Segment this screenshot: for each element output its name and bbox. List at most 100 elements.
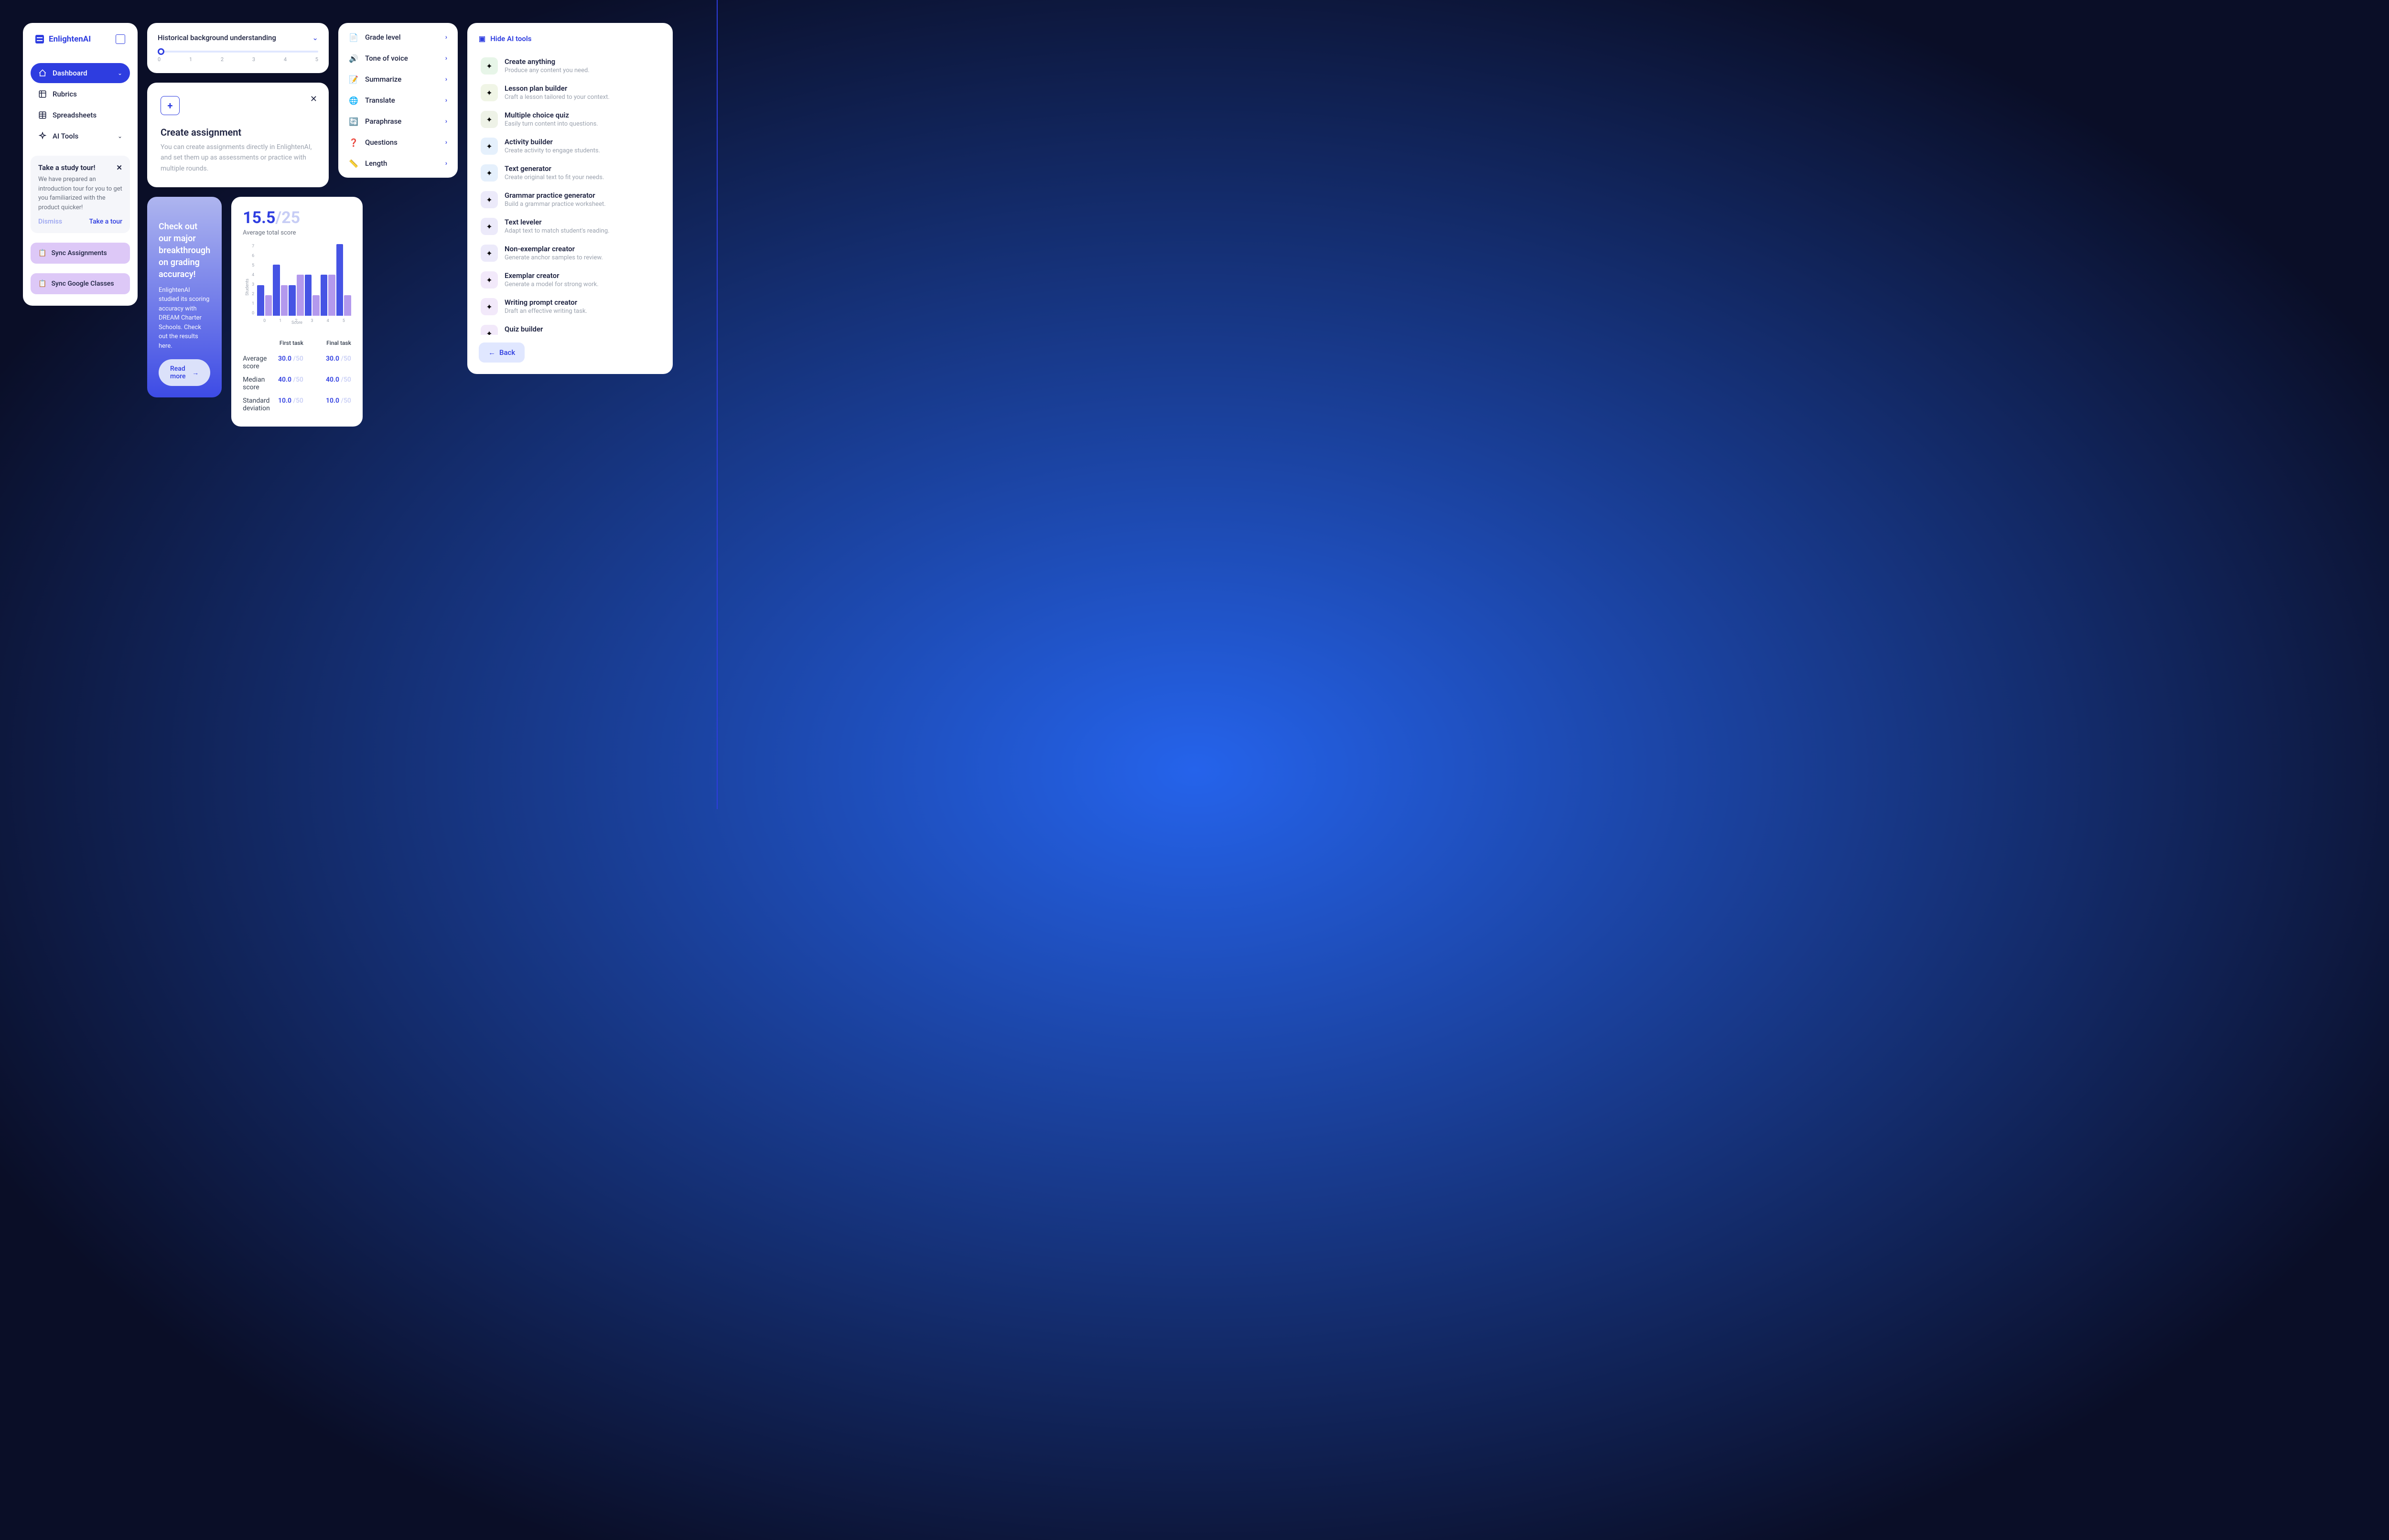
- spreadsheets-icon: [38, 111, 47, 119]
- ai-tool-icon: ✦: [481, 298, 498, 315]
- nav-item-rubrics[interactable]: Rubrics: [31, 84, 130, 104]
- slider-ticks: 012345: [158, 56, 318, 63]
- ai-tools-panel: ▣ Hide AI tools ✦Create anythingProduce …: [467, 23, 673, 374]
- arrow-right-icon: →: [192, 369, 199, 377]
- bar: [297, 275, 304, 316]
- promo-body: EnlightenAI studied its scoring accuracy…: [159, 286, 210, 351]
- ai-tool-lesson-plan-builder[interactable]: ✦Lesson plan builderCraft a lesson tailo…: [479, 79, 661, 106]
- tour-body: We have prepared an introduction tour fo…: [38, 175, 122, 212]
- nav-item-spreadsheets[interactable]: Spreadsheets: [31, 105, 130, 125]
- chevron-right-icon: ›: [445, 54, 447, 62]
- ai-tool-icon: ✦: [481, 111, 498, 128]
- classroom-icon: 📋: [38, 280, 46, 288]
- ai-tool-icon: ✦: [481, 325, 498, 335]
- collapse-sidebar-icon[interactable]: [116, 34, 125, 44]
- ai-tool-exemplar-creator[interactable]: ✦Exemplar creatorGenerate a model for st…: [479, 267, 661, 293]
- ai-tool-non-exemplar-creator[interactable]: ✦Non-exemplar creatorGenerate anchor sam…: [479, 240, 661, 267]
- ai-tool-activity-builder[interactable]: ✦Activity builderCreate activity to enga…: [479, 133, 661, 160]
- ai-tool-writing-prompt-creator[interactable]: ✦Writing prompt creatorDraft an effectiv…: [479, 293, 661, 320]
- ai-tool-text-generator[interactable]: ✦Text generatorCreate original text to f…: [479, 160, 661, 186]
- ai-tool-icon: ✦: [481, 271, 498, 289]
- tools-panel: 📄Grade level›🔊Tone of voice›📝Summarize›🌐…: [338, 23, 458, 178]
- slider-title: Historical background understanding: [158, 33, 276, 42]
- brand-icon: [35, 35, 44, 43]
- ai-tools-icon: [38, 132, 47, 140]
- ai-tool-text-leveler[interactable]: ✦Text levelerAdapt text to match student…: [479, 213, 661, 240]
- ai-tool-icon: ✦: [481, 245, 498, 262]
- tour-title: Take a study tour!✕: [38, 163, 122, 172]
- bar: [257, 285, 264, 316]
- questions-icon: ❓: [349, 138, 358, 147]
- stats-table: First taskFinal task Average score30.0 /…: [243, 340, 351, 415]
- nav: Dashboard⌄RubricsSpreadsheetsAI Tools⌄: [31, 63, 130, 146]
- tone-icon: 🔊: [349, 53, 358, 63]
- bar-group: 2: [289, 244, 303, 316]
- ai-tool-icon: ✦: [481, 138, 498, 155]
- nav-item-ai-tools[interactable]: AI Tools⌄: [31, 126, 130, 146]
- stats-row: Average score30.0 /5030.0 /50: [243, 352, 351, 373]
- translate-icon: 🌐: [349, 96, 358, 105]
- hide-ai-tools-button[interactable]: ▣ Hide AI tools: [479, 34, 661, 43]
- bar-group: 3: [305, 244, 320, 316]
- rubrics-icon: [38, 90, 47, 98]
- dashboard-icon: [38, 69, 47, 77]
- chevron-down-icon: ⌄: [118, 70, 122, 76]
- tour-card: Take a study tour!✕ We have prepared an …: [31, 156, 130, 233]
- bar: [336, 244, 344, 316]
- slider-thumb[interactable]: [158, 48, 164, 55]
- bar-group: 4: [321, 244, 335, 316]
- close-icon[interactable]: ✕: [116, 163, 122, 172]
- bar: [289, 285, 296, 316]
- tool-translate[interactable]: 🌐Translate›: [342, 90, 454, 111]
- create-assignment-card: + ✕ Create assignment You can create ass…: [147, 83, 329, 187]
- take-tour-button[interactable]: Take a tour: [89, 218, 122, 225]
- promo-title: Check out our major breakthrough on grad…: [159, 221, 210, 281]
- bar: [321, 275, 328, 316]
- chevron-right-icon: ›: [445, 33, 447, 41]
- read-more-button[interactable]: Read more→: [159, 359, 210, 386]
- tool-questions[interactable]: ❓Questions›: [342, 132, 454, 153]
- chevron-down-icon: ⌄: [118, 133, 122, 139]
- brand-name: EnlightenAI: [49, 34, 91, 44]
- tool-paraphrase[interactable]: 🔄Paraphrase›: [342, 111, 454, 132]
- create-title: Create assignment: [161, 127, 315, 138]
- chevron-right-icon: ›: [445, 160, 447, 167]
- tool-tone[interactable]: 🔊Tone of voice›: [342, 48, 454, 69]
- dismiss-button[interactable]: Dismiss: [38, 218, 62, 225]
- bar: [328, 275, 335, 316]
- ai-tool-quiz-builder[interactable]: ✦Quiz builder: [479, 320, 661, 335]
- tool-summarize[interactable]: 📝Summarize›: [342, 69, 454, 90]
- chevron-right-icon: ›: [445, 96, 447, 104]
- score-chart: 76543210 Students Score 012345: [243, 244, 351, 325]
- panel-icon: ▣: [479, 34, 485, 43]
- bar-group: 5: [336, 244, 351, 316]
- ai-tool-icon: ✦: [481, 57, 498, 75]
- ai-tool-icon: ✦: [481, 164, 498, 182]
- arrow-left-icon: ←: [488, 348, 495, 357]
- sync-assignments-button[interactable]: 📋 Sync Assignments: [31, 243, 130, 264]
- bar-group: 0: [257, 244, 272, 316]
- clipboard-icon: 📋: [38, 249, 46, 257]
- grade-icon: 📄: [349, 32, 358, 42]
- chevron-right-icon: ›: [445, 139, 447, 146]
- tool-length[interactable]: 📏Length›: [342, 153, 454, 174]
- tool-grade[interactable]: 📄Grade level›: [342, 27, 454, 48]
- ai-tool-grammar-practice-generator[interactable]: ✦Grammar practice generatorBuild a gramm…: [479, 186, 661, 213]
- bar: [281, 285, 288, 316]
- chart-ylabel: Students: [245, 278, 250, 296]
- column-header: Final task: [318, 340, 351, 346]
- stats-card: 15.5/25 Average total score 76543210 Stu…: [231, 197, 363, 427]
- ai-tool-create-anything[interactable]: ✦Create anythingProduce any content you …: [479, 53, 661, 79]
- close-icon[interactable]: ✕: [310, 94, 317, 104]
- chevron-down-icon[interactable]: ⌄: [312, 33, 318, 42]
- bar: [273, 265, 280, 316]
- bar: [312, 295, 320, 316]
- sync-google-classes-button[interactable]: 📋 Sync Google Classes: [31, 273, 130, 294]
- nav-item-dashboard[interactable]: Dashboard⌄: [31, 63, 130, 83]
- sidebar: EnlightenAI Dashboard⌄RubricsSpreadsheet…: [23, 23, 138, 306]
- middle-column: Historical background understanding ⌄ 01…: [147, 23, 329, 427]
- back-button[interactable]: ← Back: [479, 342, 525, 363]
- promo-card: Check out our major breakthrough on grad…: [147, 197, 222, 397]
- slider-track[interactable]: [158, 51, 318, 53]
- ai-tool-multiple-choice-quiz[interactable]: ✦Multiple choice quizEasily turn content…: [479, 106, 661, 133]
